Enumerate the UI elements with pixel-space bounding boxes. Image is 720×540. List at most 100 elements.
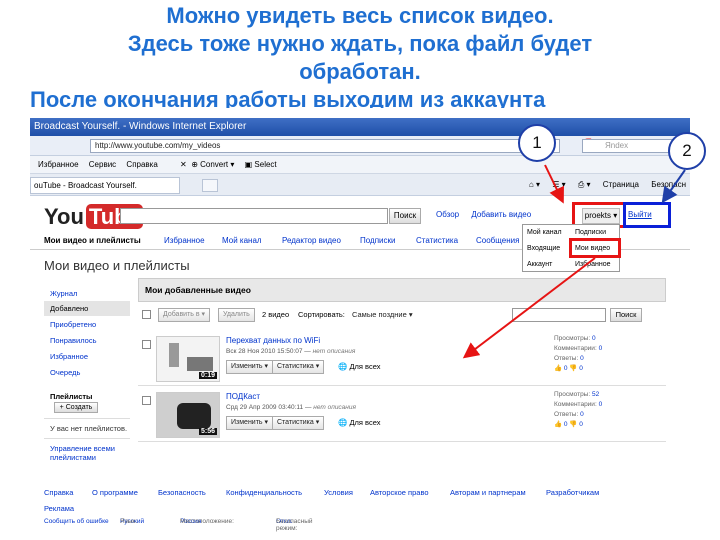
slide-caption: Можно увидеть весь список видео. Здесь т…	[0, 2, 720, 108]
videos-toolbar: Добавить в ▾ Удалить 2 видео Сортировать…	[138, 306, 666, 328]
youtube-search-input[interactable]	[120, 208, 388, 224]
convert-button[interactable]: ✕ ⊕ Convert ▾	[180, 160, 234, 169]
language-selector[interactable]: Язык: Русский	[120, 518, 144, 525]
menu-favorites[interactable]: Избранное	[38, 160, 79, 169]
menu-help[interactable]: Справка	[126, 160, 157, 169]
video-stats: Просмотры: 52 Комментарии: 0 Ответы: 0 👍…	[554, 391, 603, 428]
nav-video-editor[interactable]: Редактор видео	[282, 234, 341, 248]
caption-line-3: обработан.	[299, 59, 421, 84]
callout-2: 2	[668, 132, 706, 170]
select-button[interactable]: ▣ Select	[245, 160, 277, 169]
sort-dropdown[interactable]: Самые поздние ▾	[352, 306, 413, 324]
dislike-icon: 👎	[569, 421, 578, 428]
video-stats: Просмотры: 0 Комментарии: 0 Ответы: 0 👍 …	[554, 335, 603, 372]
footer-link[interactable]: Разработчикам	[546, 488, 599, 497]
video-checkbox[interactable]	[142, 396, 151, 405]
videos-search-button[interactable]: Поиск	[610, 308, 642, 322]
edit-button[interactable]: Изменить ▾	[226, 360, 274, 374]
dropdown-favorites[interactable]: Избранное	[575, 261, 610, 268]
like-icons: 👍 0 👎 0	[554, 365, 583, 372]
video-thumbnail[interactable]: 0:19	[156, 336, 220, 382]
uploaded-videos-panel: Мои добавленные видео Добавить в ▾ Удали…	[138, 278, 666, 540]
sidebar-item-history[interactable]: Журнал	[44, 286, 130, 301]
video-checkbox[interactable]	[142, 340, 151, 349]
sidebar-divider	[44, 438, 130, 439]
privacy-status: 🌐 Для всех	[338, 418, 381, 427]
sidebar-item-liked[interactable]: Понравилось	[44, 333, 130, 348]
feeds-icon[interactable]: ☰ ▾	[552, 180, 565, 189]
sidebar-divider	[44, 418, 130, 419]
delete-button[interactable]: Удалить	[218, 308, 255, 322]
nav-messages[interactable]: Сообщения	[476, 234, 519, 248]
video-meta: Вск 28 Ноя 2010 15:50:07 — нет описания	[226, 348, 356, 355]
footer-link[interactable]: Авторам и партнерам	[450, 488, 526, 497]
video-thumbnail[interactable]: 5:56	[156, 392, 220, 438]
dropdown-account[interactable]: Аккаунт	[527, 261, 552, 268]
statistics-button[interactable]: Статистика ▾	[272, 416, 325, 430]
footer-link[interactable]: Конфиденциальность	[226, 488, 302, 497]
footer-link[interactable]: Условия	[324, 488, 353, 497]
edit-button[interactable]: Изменить ▾	[226, 416, 274, 430]
sidebar-item-favorites[interactable]: Избранное	[44, 349, 130, 364]
video-title[interactable]: ПОДКаст	[226, 392, 260, 401]
footer-link[interactable]: О программе	[92, 488, 138, 497]
like-icon: 👍	[554, 421, 563, 428]
caption-line-1: Можно увидеть весь список видео.	[166, 3, 554, 28]
nav-my-videos[interactable]: Мои видео и плейлисты	[44, 234, 141, 248]
dropdown-subscriptions[interactable]: Подписки	[575, 229, 606, 236]
select-all-checkbox[interactable]	[142, 310, 151, 319]
footer-link[interactable]: Безопасность	[158, 488, 206, 497]
video-duration: 0:19	[198, 372, 217, 379]
browse-link[interactable]: Обзор	[436, 210, 459, 219]
video-count: 2 видео	[262, 310, 290, 319]
safety-menu[interactable]: Безопасн	[651, 180, 686, 189]
nav-my-channel[interactable]: Мой канал	[222, 234, 262, 248]
caption-line-2: Здесь тоже нужно ждать, пока файл будет	[127, 31, 593, 56]
page-menu[interactable]: Страница	[603, 180, 639, 189]
report-bug-link[interactable]: Сообщить об ошибке	[44, 518, 109, 525]
highlight-my-videos	[569, 238, 621, 258]
new-tab-button[interactable]	[202, 179, 218, 192]
video-row: 5:56 ПОДКаст Срд 29 Апр 2009 03:40:11 — …	[138, 388, 666, 442]
footer-link[interactable]: Справка	[44, 488, 73, 497]
browser-screenshot: Broadcast Yourself. - Windows Internet E…	[30, 118, 690, 540]
video-row: 0:19 Перехват данных по WiFi Вск 28 Ноя …	[138, 332, 666, 386]
callout-1: 1	[518, 124, 556, 162]
video-title[interactable]: Перехват данных по WiFi	[226, 336, 320, 345]
nav-favorites[interactable]: Избранное	[164, 234, 205, 248]
youtube-search-button[interactable]: Поиск	[389, 208, 421, 224]
ie-address-bar: http://www.youtube.com/my_videos Я Яndex	[30, 136, 690, 156]
sidebar-item-purchased[interactable]: Приобретено	[44, 317, 130, 332]
panel-header: Мои добавленные видео	[138, 278, 666, 302]
nav-subscriptions[interactable]: Подписки	[360, 234, 395, 248]
url-field[interactable]: http://www.youtube.com/my_videos	[90, 139, 560, 153]
like-icon: 👍	[554, 365, 563, 372]
sidebar-item-queue[interactable]: Очередь	[44, 365, 130, 380]
sidebar-item-uploaded[interactable]: Добавлено	[44, 301, 130, 316]
video-duration: 5:56	[198, 428, 217, 435]
top-links: Обзор Добавить видео	[436, 210, 541, 219]
playlists-header: Плейлисты	[50, 392, 93, 401]
dropdown-my-channel[interactable]: Мой канал	[527, 229, 562, 236]
ie-title-bar: Broadcast Yourself. - Windows Internet E…	[30, 118, 690, 136]
page-title: Мои видео и плейлисты	[44, 258, 190, 273]
upload-link[interactable]: Добавить видео	[471, 210, 531, 219]
home-icon[interactable]: ⌂ ▾	[529, 180, 540, 189]
dislike-icon: 👎	[569, 365, 578, 372]
footer-link[interactable]: Авторское право	[370, 488, 429, 497]
dropdown-inbox[interactable]: Входящие	[527, 245, 560, 252]
browser-tab[interactable]: ouTube - Broadcast Yourself.	[30, 177, 180, 194]
highlight-logout	[623, 202, 671, 228]
safety-mode-selector[interactable]: Безопасный режим: Откл.	[276, 518, 313, 532]
footer-link[interactable]: Реклама	[44, 504, 74, 513]
print-icon[interactable]: ⎙ ▾	[578, 180, 591, 189]
location-selector[interactable]: Местоположение: Россия	[180, 518, 234, 525]
add-to-button[interactable]: Добавить в ▾	[158, 308, 211, 322]
menu-tools[interactable]: Сервис	[89, 160, 116, 169]
videos-search-input[interactable]	[512, 308, 606, 322]
statistics-button[interactable]: Статистика ▾	[272, 360, 325, 374]
create-playlist-button[interactable]: + Создать	[54, 402, 98, 413]
manage-playlists-link[interactable]: Управление всеми плейлистами	[50, 444, 130, 462]
nav-statistics[interactable]: Статистика	[416, 234, 458, 248]
like-icons: 👍 0 👎 0	[554, 421, 583, 428]
